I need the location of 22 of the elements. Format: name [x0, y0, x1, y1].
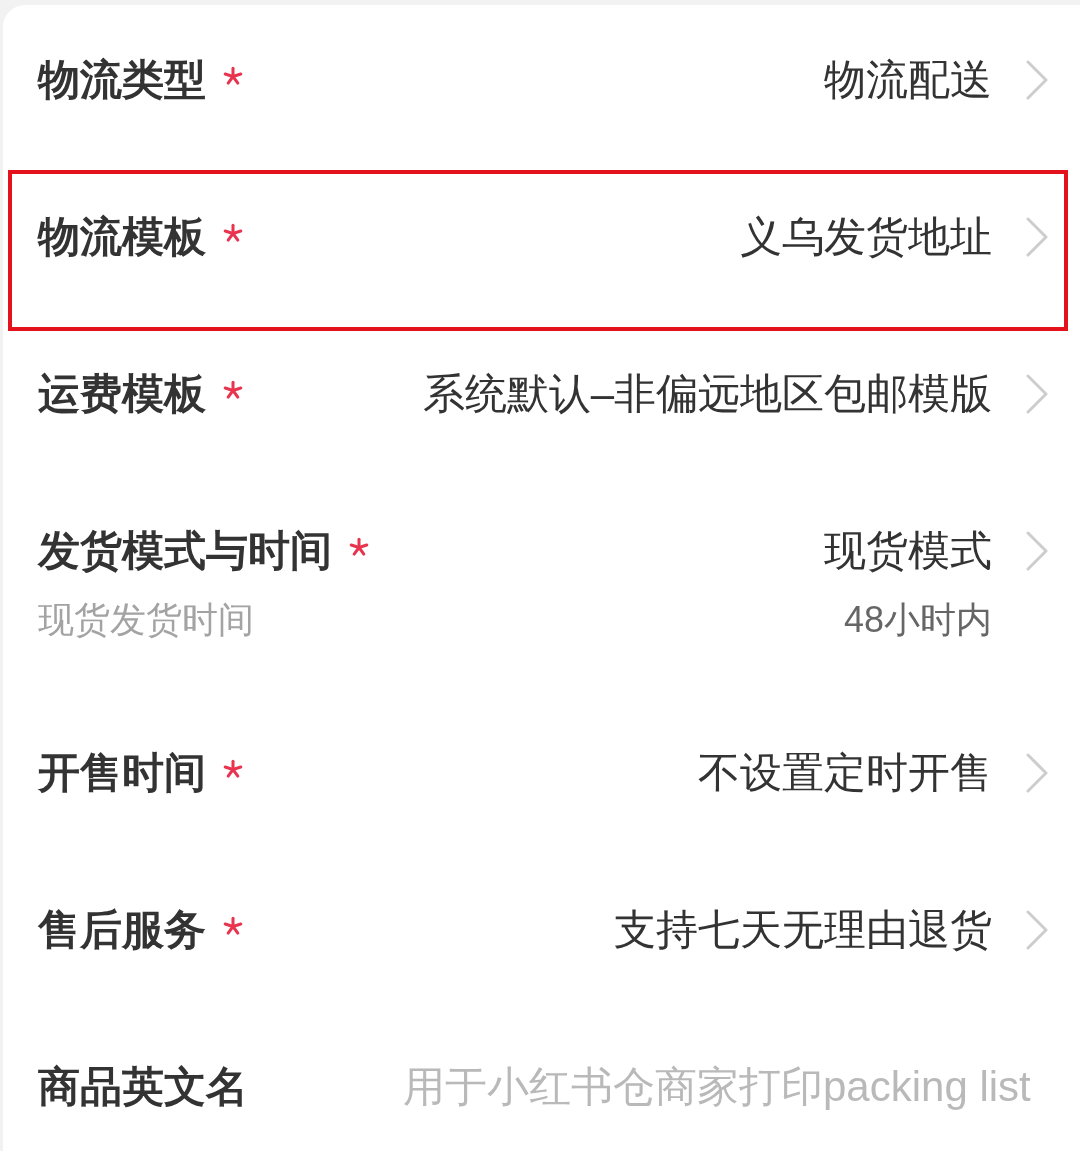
field-value[interactable]: 系统默认–非偏远地区包邮模版 — [422, 365, 992, 423]
chevron-right-icon[interactable] — [1026, 217, 1048, 257]
chevron-right-icon[interactable] — [1026, 60, 1048, 100]
field-label: 发货模式与时间 — [38, 526, 332, 576]
field-label: 物流类型 — [38, 55, 206, 105]
field-label: 售后服务 — [38, 905, 206, 955]
field-value[interactable]: 现货模式 — [824, 522, 992, 580]
chevron-right-icon[interactable] — [1026, 910, 1048, 950]
field-label: 商品英文名 — [38, 1062, 248, 1112]
field-value[interactable]: 物流配送 — [824, 51, 992, 109]
field-detail: 48小时内 — [843, 598, 992, 642]
chevron-right-icon[interactable] — [1026, 753, 1048, 793]
chevron-right-icon[interactable] — [1026, 374, 1048, 414]
field-label: 运费模板 — [38, 369, 206, 419]
field-value[interactable]: 支持七天无理由退货 — [614, 901, 992, 959]
field-value[interactable]: 不设置定时开售 — [698, 744, 992, 802]
field-value[interactable]: 义乌发货地址 — [740, 208, 992, 266]
chevron-right-icon[interactable] — [1026, 531, 1048, 571]
field-label: 物流模板 — [38, 212, 206, 262]
field-label: 开售时间 — [38, 748, 206, 798]
field-hint: 现货发货时间 — [38, 598, 255, 642]
input-field[interactable]: 用于小红书仓商家打印packing list — [403, 1058, 1068, 1116]
